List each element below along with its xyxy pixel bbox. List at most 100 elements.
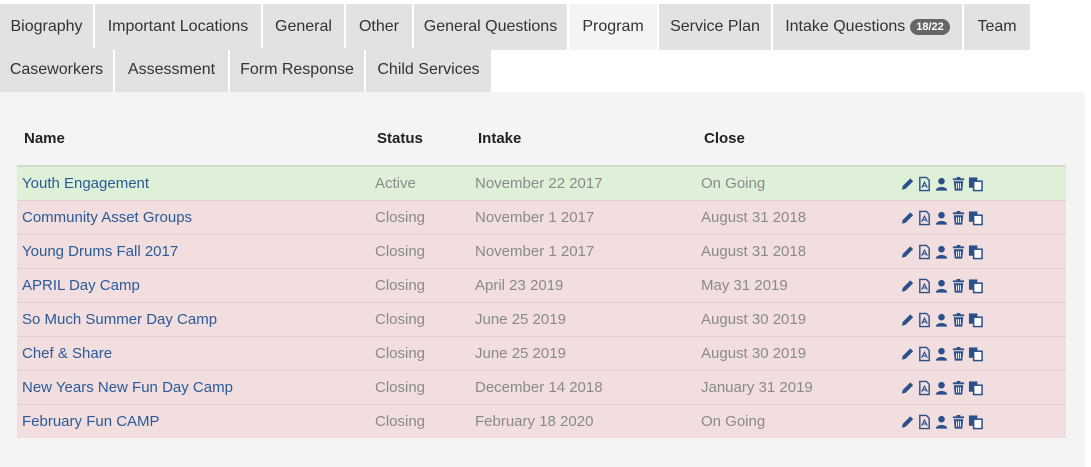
tab-general-questions[interactable]: General Questions — [414, 4, 567, 50]
tab-program[interactable]: Program — [569, 4, 657, 50]
trash-icon[interactable] — [951, 278, 966, 294]
program-status: Active — [375, 175, 416, 192]
user-icon[interactable] — [934, 278, 949, 294]
program-status: Closing — [375, 311, 426, 328]
program-close-date: August 31 2018 — [701, 209, 807, 226]
program-status: Closing — [375, 345, 426, 362]
column-header-status: Status — [377, 130, 423, 147]
tab-intake-questions-label: Intake Questions — [785, 18, 906, 35]
program-status: Closing — [375, 243, 426, 260]
trash-icon[interactable] — [951, 176, 966, 192]
tab-intake-questions[interactable]: Intake Questions 18/22 — [773, 4, 962, 50]
user-icon[interactable] — [934, 380, 949, 396]
program-intake-date: February 18 2020 — [475, 413, 594, 430]
copy-icon[interactable] — [968, 414, 983, 430]
program-close-date: On Going — [701, 413, 766, 430]
copy-icon[interactable] — [968, 176, 983, 192]
intake-questions-badge: 18/22 — [910, 19, 950, 35]
copy-icon[interactable] — [968, 312, 983, 328]
pdf-icon[interactable] — [917, 312, 932, 328]
copy-icon[interactable] — [968, 380, 983, 396]
row-actions — [900, 337, 983, 370]
edit-icon[interactable] — [900, 380, 915, 396]
trash-icon[interactable] — [951, 244, 966, 260]
user-icon[interactable] — [934, 346, 949, 362]
user-icon[interactable] — [934, 244, 949, 260]
pdf-icon[interactable] — [917, 244, 932, 260]
row-actions — [900, 303, 983, 336]
tab-general[interactable]: General — [263, 4, 344, 50]
tab-important-locations[interactable]: Important Locations — [95, 4, 261, 50]
program-close-date: August 30 2019 — [701, 311, 807, 328]
pdf-icon[interactable] — [917, 414, 932, 430]
program-name-link[interactable]: Chef & Share — [22, 337, 112, 370]
tab-biography[interactable]: Biography — [0, 4, 93, 50]
pdf-icon[interactable] — [917, 176, 932, 192]
program-status: Closing — [375, 209, 426, 226]
program-status: Closing — [375, 379, 426, 396]
trash-icon[interactable] — [951, 414, 966, 430]
user-icon[interactable] — [934, 312, 949, 328]
pdf-icon[interactable] — [917, 278, 932, 294]
edit-icon[interactable] — [900, 244, 915, 260]
program-name-link[interactable]: New Years New Fun Day Camp — [22, 371, 233, 404]
row-actions — [900, 167, 983, 200]
table-row: February Fun CAMP Closing February 18 2020… — [17, 404, 1066, 438]
tab-form-response[interactable]: Form Response — [230, 48, 364, 92]
edit-icon[interactable] — [900, 346, 915, 362]
copy-icon[interactable] — [968, 210, 983, 226]
program-intake-date: June 25 2019 — [475, 311, 566, 328]
program-status: Closing — [375, 277, 426, 294]
row-actions — [900, 201, 983, 234]
program-name-link[interactable]: Youth Engagement — [22, 167, 149, 200]
user-icon[interactable] — [934, 176, 949, 192]
program-intake-date: November 1 2017 — [475, 243, 595, 260]
table-row: Chef & Share Closing June 25 2019 August 30… — [17, 336, 1066, 370]
row-actions — [900, 269, 983, 302]
program-close-date: May 31 2019 — [701, 277, 788, 294]
edit-icon[interactable] — [900, 312, 915, 328]
tab-child-services[interactable]: Child Services — [366, 48, 491, 92]
row-actions — [900, 371, 983, 404]
trash-icon[interactable] — [951, 346, 966, 362]
edit-icon[interactable] — [900, 176, 915, 192]
table-row: Community Asset Groups Closing November 1 … — [17, 200, 1066, 234]
program-intake-date: June 25 2019 — [475, 345, 566, 362]
column-header-intake: Intake — [478, 130, 522, 147]
pdf-icon[interactable] — [917, 210, 932, 226]
row-actions — [900, 235, 983, 268]
table-row: Youth Engagement Active November 22 2017 On… — [17, 165, 1066, 200]
program-intake-date: April 23 2019 — [475, 277, 564, 294]
program-intake-date: November 22 2017 — [475, 175, 603, 192]
copy-icon[interactable] — [968, 244, 983, 260]
column-header-close: Close — [704, 130, 745, 147]
edit-icon[interactable] — [900, 414, 915, 430]
program-name-link[interactable]: February Fun CAMP — [22, 405, 160, 438]
tab-assessment[interactable]: Assessment — [115, 48, 228, 92]
program-name-link[interactable]: Community Asset Groups — [22, 201, 192, 234]
trash-icon[interactable] — [951, 210, 966, 226]
program-name-link[interactable]: So Much Summer Day Camp — [22, 303, 217, 336]
program-status: Closing — [375, 413, 426, 430]
trash-icon[interactable] — [951, 312, 966, 328]
program-name-link[interactable]: APRIL Day Camp — [22, 269, 140, 302]
user-icon[interactable] — [934, 210, 949, 226]
program-intake-date: December 14 2018 — [475, 379, 603, 396]
tab-service-plan[interactable]: Service Plan — [659, 4, 771, 50]
copy-icon[interactable] — [968, 346, 983, 362]
table-row: Young Drums Fall 2017 Closing November 1 2… — [17, 234, 1066, 268]
pdf-icon[interactable] — [917, 380, 932, 396]
tab-caseworkers[interactable]: Caseworkers — [0, 48, 113, 92]
row-actions — [900, 405, 983, 438]
user-icon[interactable] — [934, 414, 949, 430]
edit-icon[interactable] — [900, 210, 915, 226]
table-row: APRIL Day Camp Closing April 23 2019 May 31… — [17, 268, 1066, 302]
program-intake-date: November 1 2017 — [475, 209, 595, 226]
trash-icon[interactable] — [951, 380, 966, 396]
pdf-icon[interactable] — [917, 346, 932, 362]
tab-other[interactable]: Other — [346, 4, 412, 50]
program-name-link[interactable]: Young Drums Fall 2017 — [22, 235, 178, 268]
tab-team[interactable]: Team — [964, 4, 1030, 50]
edit-icon[interactable] — [900, 278, 915, 294]
copy-icon[interactable] — [968, 278, 983, 294]
